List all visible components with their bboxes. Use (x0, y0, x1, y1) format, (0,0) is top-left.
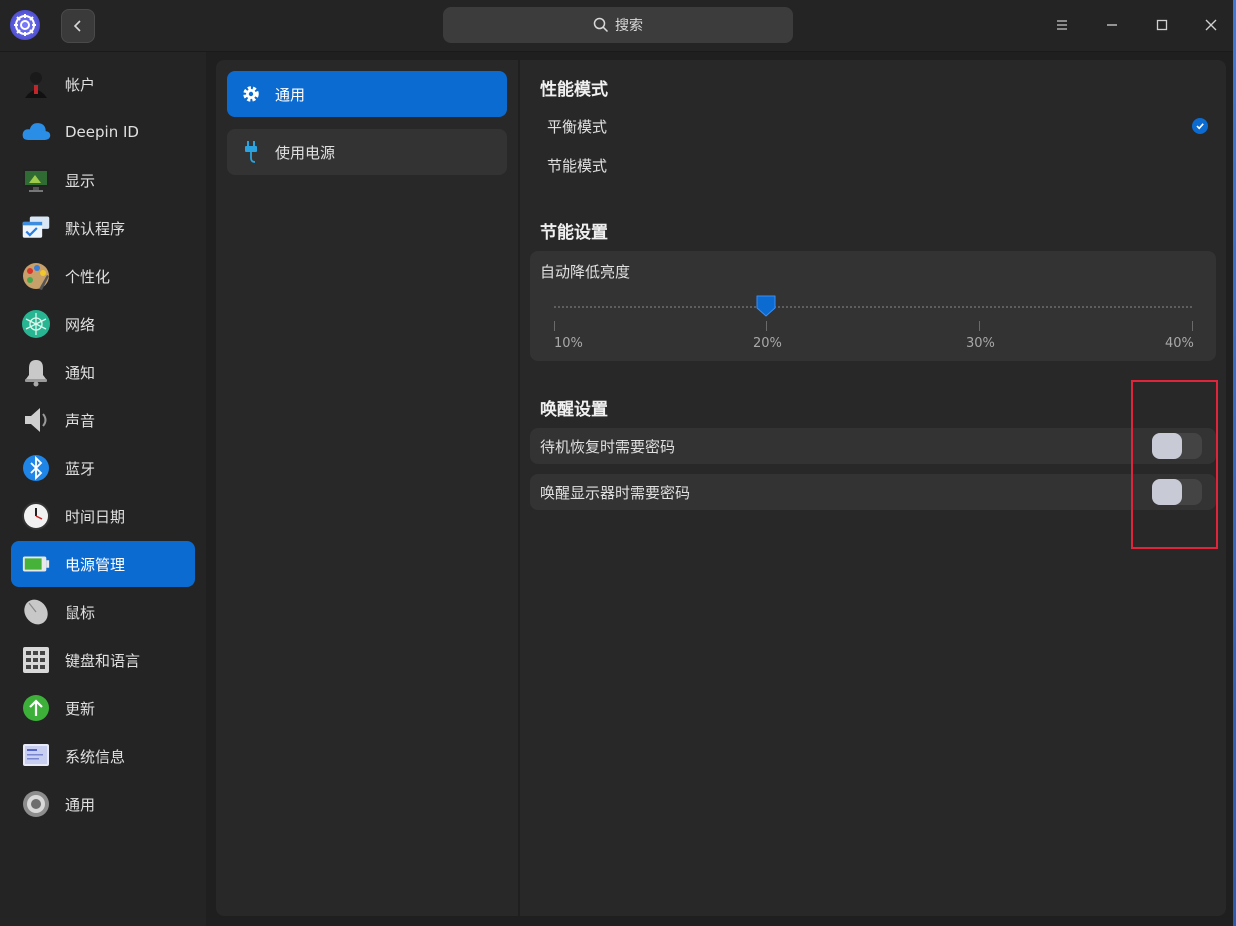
sidebar-item-label: 电源管理 (65, 555, 126, 574)
mode-option-label: 平衡模式 (547, 117, 608, 136)
brightness-slider-label: 自动降低亮度 (540, 263, 631, 281)
wakeup-option-standby-password: 待机恢复时需要密码 (530, 428, 1216, 464)
maximize-icon (1156, 19, 1168, 31)
sidebar-item-system-info[interactable]: 系统信息 (11, 733, 195, 779)
subnav-item-label: 通用 (275, 85, 306, 104)
battery-icon (21, 549, 51, 579)
minimize-button[interactable] (1099, 12, 1125, 38)
slider-tick-label: 40% (1165, 336, 1194, 351)
sidebar-item-datetime[interactable]: 时间日期 (11, 493, 195, 539)
update-icon (21, 693, 51, 723)
sidebar-item-sound[interactable]: 声音 (11, 397, 195, 443)
settings-content: 性能模式 平衡模式 节能模式 节能设置 自动降低亮度 10% 20% 30% 4… (520, 60, 1226, 916)
subnav-item-label: 使用电源 (275, 143, 336, 162)
brightness-slider-track[interactable] (554, 306, 1192, 308)
subnav-item-general[interactable]: 通用 (227, 71, 507, 117)
sidebar-item-label: Deepin ID (65, 123, 139, 141)
bluetooth-icon (21, 453, 51, 483)
search-icon (593, 17, 609, 33)
sidebar-item-label: 声音 (65, 411, 96, 430)
sidebar-item-label: 默认程序 (65, 219, 126, 238)
wakeup-option-label: 唤醒显示器时需要密码 (540, 483, 691, 502)
slider-tick (554, 321, 555, 331)
app-settings-icon (10, 10, 40, 40)
power-saving-title: 节能设置 (540, 223, 608, 243)
sidebar-item-mouse[interactable]: 鼠标 (11, 589, 195, 635)
sidebar-item-label: 通知 (65, 363, 96, 382)
sidebar-item-label: 网络 (65, 315, 96, 334)
checkmark-icon (1192, 118, 1208, 134)
slider-tick (1192, 321, 1193, 331)
search-input[interactable]: 搜索 (443, 7, 793, 43)
sidebar-item-general[interactable]: 通用 (11, 781, 195, 827)
sidebar-item-label: 蓝牙 (65, 459, 96, 478)
subnav-panel: 通用 使用电源 (216, 60, 518, 916)
mode-option-label: 节能模式 (547, 156, 608, 175)
subnav-item-power-supply[interactable]: 使用电源 (227, 129, 507, 175)
sidebar-item-deepin-id[interactable]: Deepin ID (11, 109, 195, 155)
brightness-slider-thumb[interactable] (756, 295, 776, 317)
minimize-icon (1107, 24, 1117, 26)
chevron-left-icon (73, 20, 81, 32)
sidebar-item-label: 更新 (65, 699, 96, 718)
sidebar-item-default-apps[interactable]: 默认程序 (11, 205, 195, 251)
sidebar-item-label: 鼠标 (65, 603, 96, 622)
plug-icon (245, 141, 257, 163)
wakeup-option-display-password: 唤醒显示器时需要密码 (530, 474, 1216, 510)
brightness-slider-card: 自动降低亮度 10% 20% 30% 40% (530, 251, 1216, 361)
personalization-icon (21, 261, 51, 291)
mouse-icon (21, 597, 51, 627)
speaker-icon (21, 405, 51, 435)
account-icon (21, 69, 51, 99)
mode-option-power-saving[interactable]: 节能模式 (530, 148, 1216, 182)
system-info-icon (21, 741, 51, 771)
gear-icon (243, 86, 259, 102)
slider-tick (766, 321, 767, 331)
sidebar-item-label: 显示 (65, 171, 96, 190)
back-button[interactable] (61, 9, 95, 43)
title-bar: 搜索 (0, 0, 1236, 52)
sidebar-item-label: 帐户 (65, 75, 96, 94)
sidebar-item-label: 键盘和语言 (65, 651, 141, 670)
sidebar-item-power[interactable]: 电源管理 (11, 541, 195, 587)
menu-button[interactable] (1049, 12, 1075, 38)
slider-tick-label: 30% (966, 336, 995, 351)
sidebar-item-bluetooth[interactable]: 蓝牙 (11, 445, 195, 491)
sidebar-item-update[interactable]: 更新 (11, 685, 195, 731)
gear-icon (21, 789, 51, 819)
sidebar-item-network[interactable]: 网络 (11, 301, 195, 347)
keyboard-icon (21, 645, 51, 675)
sidebar-item-keyboard[interactable]: 键盘和语言 (11, 637, 195, 683)
slider-tick (979, 321, 980, 331)
sidebar: 帐户 Deepin ID 显示 默认程序 个性化 网络 通知 声音 蓝牙 时间日… (0, 52, 206, 926)
wakeup-settings-title: 唤醒设置 (540, 400, 608, 420)
sidebar-item-account[interactable]: 帐户 (11, 61, 195, 107)
close-icon (1205, 19, 1217, 31)
sidebar-item-display[interactable]: 显示 (11, 157, 195, 203)
maximize-button[interactable] (1149, 12, 1175, 38)
slider-tick-label: 10% (554, 336, 583, 351)
mode-option-balanced[interactable]: 平衡模式 (530, 109, 1216, 143)
display-icon (21, 165, 51, 195)
bell-icon (21, 357, 51, 387)
network-icon (21, 309, 51, 339)
sidebar-item-label: 个性化 (65, 267, 111, 286)
default-apps-icon (21, 213, 51, 243)
sidebar-item-notification[interactable]: 通知 (11, 349, 195, 395)
performance-mode-title: 性能模式 (540, 80, 608, 100)
sidebar-item-label: 通用 (65, 795, 96, 814)
wakeup-option-label: 待机恢复时需要密码 (540, 437, 676, 456)
slider-tick-label: 20% (753, 336, 782, 351)
sidebar-item-label: 时间日期 (65, 507, 126, 526)
sidebar-item-personalization[interactable]: 个性化 (11, 253, 195, 299)
cloud-icon (21, 117, 51, 147)
clock-icon (21, 501, 51, 531)
search-placeholder: 搜索 (615, 18, 643, 34)
sidebar-item-label: 系统信息 (65, 747, 126, 766)
hamburger-menu-icon (1057, 20, 1067, 30)
highlight-box (1131, 380, 1218, 549)
close-button[interactable] (1198, 12, 1224, 38)
